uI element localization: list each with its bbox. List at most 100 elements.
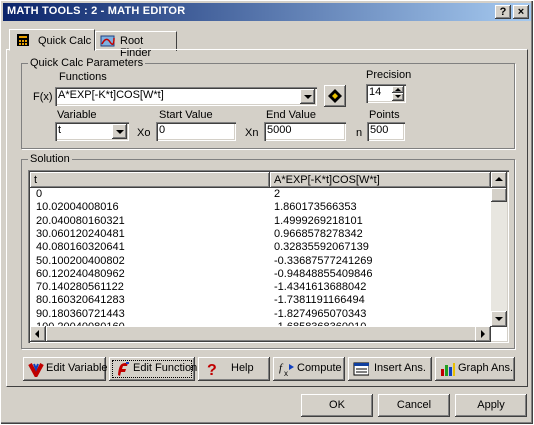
fx-label: F(x) [33, 91, 53, 103]
chevron-down-icon [116, 130, 124, 134]
cell-t[interactable]: 70.140280561122 [36, 281, 124, 294]
cell-value[interactable]: 2 [274, 188, 280, 201]
tab-quick-calc[interactable]: Quick Calc [9, 29, 95, 51]
cell-t[interactable]: 40.080160320641 [36, 241, 125, 254]
tab-root-finder[interactable]: Root Finder [95, 31, 177, 59]
insert-answer-icon [353, 362, 369, 376]
variable-dropdown-button[interactable] [112, 124, 127, 139]
cell-value[interactable]: 0.9668578278342 [274, 228, 363, 241]
arrow-left-icon [35, 330, 39, 338]
precision-spinner[interactable]: 14 [366, 84, 406, 103]
solution-group-label: Solution [28, 153, 72, 165]
help-button[interactable]: ? Help [198, 357, 270, 381]
apply-button[interactable]: Apply [455, 394, 527, 417]
chevron-up-icon [395, 88, 401, 91]
variable-select[interactable]: t [55, 122, 129, 141]
scroll-up-button[interactable] [491, 172, 507, 188]
help-title-button[interactable]: ? [495, 5, 511, 19]
insert-ans-button[interactable]: Insert Ans. [348, 357, 432, 381]
compute-button[interactable]: f x Compute [273, 357, 345, 381]
xn-label: Xn [245, 127, 259, 139]
cell-value[interactable]: 1.860173566353 [274, 201, 357, 214]
horizontal-scrollbar[interactable] [30, 326, 491, 342]
functions-label: Functions [59, 71, 107, 83]
cell-t[interactable]: 50.100200400802 [36, 255, 125, 268]
graph-ans-button[interactable]: Graph Ans. [435, 357, 515, 381]
help-label: Help [231, 362, 254, 374]
function-library-button[interactable] [324, 85, 346, 107]
scroll-right-button[interactable] [475, 326, 491, 342]
cell-t[interactable]: 80.160320641283 [36, 294, 125, 307]
cell-value[interactable]: 0.32835592067139 [274, 241, 369, 254]
cell-value[interactable]: -1.8274965070343 [274, 308, 366, 321]
cell-t[interactable]: 20.040080160321 [36, 215, 125, 228]
start-value-text: 0 [159, 124, 166, 136]
cancel-label: Cancel [396, 399, 432, 411]
precision-down-button[interactable] [392, 93, 404, 101]
close-title-button[interactable]: × [513, 5, 529, 19]
edit-function-icon [118, 362, 129, 376]
n-label: n [356, 127, 363, 139]
ok-label: OK [329, 399, 345, 411]
edit-variable-icon [28, 363, 44, 377]
points-input[interactable]: 500 [367, 122, 405, 141]
variable-value: t [58, 124, 62, 136]
parameters-group-label: Quick Calc Parameters [28, 57, 146, 69]
question-mark-icon: ? [207, 362, 217, 377]
insert-ans-label: Insert Ans. [374, 362, 426, 374]
chevron-down-icon [395, 95, 401, 98]
cell-t[interactable]: 10.02004008016 [36, 201, 119, 214]
arrow-right-icon [481, 330, 485, 338]
arrow-down-icon [495, 317, 503, 321]
window-title: MATH TOOLS : 2 - MATH EDITOR [7, 5, 186, 17]
edit-function-label: Edit Function [133, 362, 198, 374]
cell-t[interactable]: 0 [36, 188, 42, 201]
column-header-function[interactable]: A*EXP[-K*t]COS[W*t] [270, 172, 491, 188]
horizontal-scroll-thumb[interactable] [46, 326, 486, 342]
svg-text:x: x [284, 369, 288, 377]
tab-quick-calc-label: Quick Calc [38, 35, 92, 47]
vertical-scroll-thumb[interactable] [491, 188, 507, 202]
end-value-label: End Value [266, 109, 316, 121]
edit-variable-button[interactable]: Edit Variable [23, 357, 108, 381]
function-input[interactable]: A*EXP[-K*t]COS[W*t] [55, 87, 317, 106]
scroll-left-button[interactable] [30, 326, 46, 342]
scroll-down-button[interactable] [491, 311, 507, 327]
precision-value: 14 [369, 86, 382, 98]
end-value-text: 5000 [267, 124, 292, 136]
root-finder-icon [100, 35, 115, 47]
vertical-scrollbar[interactable] [491, 172, 507, 327]
calculator-icon [17, 34, 29, 46]
cell-value[interactable]: -1.7381191166494 [274, 294, 365, 307]
precision-label: Precision [366, 69, 412, 81]
column-header-t[interactable]: t [30, 172, 270, 188]
cell-t[interactable]: 90.180360721443 [36, 308, 125, 321]
start-value-label: Start Value [159, 109, 213, 121]
cancel-button[interactable]: Cancel [378, 394, 450, 417]
cell-t[interactable]: 30.060120240481 [36, 228, 125, 241]
function-input-value: A*EXP[-K*t]COS[W*t] [58, 89, 164, 101]
title-bar[interactable]: MATH TOOLS : 2 - MATH EDITOR ? × [3, 3, 531, 21]
cell-t[interactable]: 60.120240480962 [36, 268, 125, 281]
ok-button[interactable]: OK [301, 394, 373, 417]
svg-text:?: ? [207, 362, 217, 377]
cell-value[interactable]: -1.4341613688042 [274, 281, 366, 294]
edit-variable-label: Edit Variable [46, 362, 108, 374]
xo-label: Xo [137, 127, 151, 139]
precision-up-button[interactable] [392, 86, 404, 93]
points-label: Points [369, 109, 400, 121]
graph-ans-label: Graph Ans. [458, 362, 514, 374]
math-editor-window: MATH TOOLS : 2 - MATH EDITOR ? × Quick C… [0, 0, 534, 425]
compute-icon: f x [279, 362, 294, 377]
end-value-input[interactable]: 5000 [264, 122, 346, 141]
cell-value[interactable]: -0.94848855409846 [274, 268, 372, 281]
cell-value[interactable]: 1.4999269218101 [274, 215, 363, 228]
cell-value[interactable]: -0.33687577241269 [274, 255, 372, 268]
arrow-up-icon [495, 177, 503, 181]
compute-label: Compute [297, 362, 342, 374]
bar-graph-icon [441, 363, 455, 376]
edit-function-button[interactable]: Edit Function [109, 357, 198, 381]
start-value-input[interactable]: 0 [156, 122, 236, 141]
function-dropdown-button[interactable] [300, 89, 315, 104]
chevron-down-icon [304, 95, 312, 99]
